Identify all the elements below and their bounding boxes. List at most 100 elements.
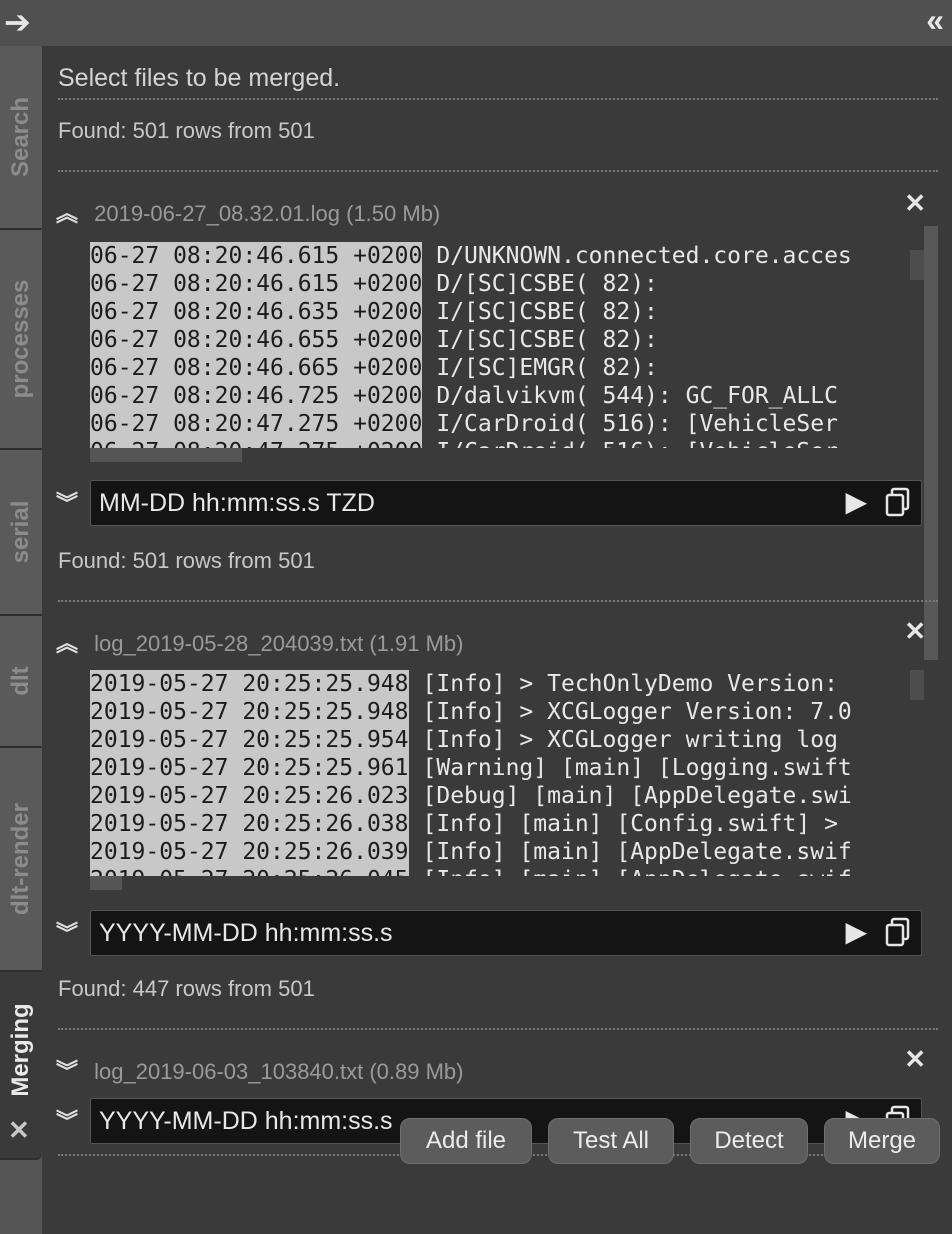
log-row: 2019-05-27 20:25:25.961 [Warning] [main] …	[90, 754, 924, 782]
log-message: D/dalvikvm( 544): GC_FOR_ALLC	[436, 383, 838, 409]
tab-label: Search	[7, 96, 34, 178]
log-row: 2019-05-27 20:25:25.954 [Info] > XCGLogge…	[90, 726, 924, 754]
format-value: YYYY-MM-DD hh:mm:ss.s	[99, 919, 393, 947]
format-input[interactable]: YYYY-MM-DD hh:mm:ss.s ▶	[90, 910, 922, 956]
scrollbar[interactable]	[90, 876, 122, 890]
log-row: 06-27 08:20:46.655 +0200 I/[SC]CSBE( 82):	[90, 326, 924, 354]
divider	[58, 170, 938, 172]
detect-button[interactable]: Detect	[690, 1118, 808, 1164]
format-value: MM-DD hh:mm:ss.s TZD	[99, 489, 375, 517]
found-count: Found: 501 rows from 501	[58, 118, 315, 143]
log-message: [Info] [main] [AppDelegate.swif	[409, 867, 852, 876]
tab-merging[interactable]: Merging ✕	[0, 972, 42, 1160]
tab-label: dlt-render	[7, 802, 34, 916]
log-message: I/CarDroid( 516): [VehicleSer	[422, 439, 838, 448]
log-timestamp: 06-27 08:20:47.275 +0200	[90, 438, 423, 448]
log-message: [Info] > XCGLogger writing log	[422, 727, 838, 753]
divider	[58, 600, 938, 602]
log-timestamp: 06-27 08:20:46.615 +0200	[90, 242, 423, 270]
log-row: 2019-05-27 20:25:26.023 [Debug] [main] [A…	[90, 782, 924, 810]
log-row: 06-27 08:20:46.615 +0200 D/UNKNOWN.connec…	[90, 242, 924, 270]
log-message: D/UNKNOWN.connected.core.acces	[436, 243, 852, 269]
log-row: 2019-05-27 20:25:26.038 [Info] [main] [Co…	[90, 810, 924, 838]
tab-dlt[interactable]: dlt	[0, 616, 42, 748]
scrollbar[interactable]	[90, 448, 242, 462]
log-timestamp: 2019-05-27 20:25:25.948	[90, 670, 409, 698]
tab-label: Merging	[7, 1003, 34, 1097]
divider	[58, 98, 938, 100]
found-count: Found: 447 rows from 501	[58, 976, 315, 1001]
log-timestamp: 2019-05-27 20:25:26.045	[90, 866, 409, 876]
log-message: [Debug] [main] [AppDelegate.swi	[422, 783, 852, 809]
chevron-up-icon[interactable]: ︽	[56, 626, 88, 658]
file-header: ︾ log_2019-06-03_103840.txt (0.89 Mb)	[56, 1054, 464, 1088]
log-timestamp: 06-27 08:20:46.615 +0200	[90, 270, 423, 298]
log-timestamp: 2019-05-27 20:25:26.023	[90, 782, 409, 810]
log-timestamp: 2019-05-27 20:25:25.948	[90, 698, 409, 726]
scrollbar[interactable]	[924, 226, 938, 660]
file-header: ︽ log_2019-05-28_204039.txt (1.91 Mb)	[56, 626, 464, 660]
close-icon[interactable]: ✕	[904, 188, 926, 219]
scrollbar[interactable]	[910, 250, 924, 280]
log-timestamp: 2019-05-27 20:25:26.038	[90, 810, 409, 838]
file-name: log_2019-05-28_204039.txt (1.91 Mb)	[94, 631, 464, 656]
log-timestamp: 2019-05-27 20:25:25.954	[90, 726, 409, 754]
play-icon[interactable]: ▶	[845, 915, 867, 948]
scrollbar[interactable]	[910, 670, 924, 700]
test-all-button[interactable]: Test All	[548, 1118, 674, 1164]
tab-label: serial	[7, 500, 34, 564]
tab-dlt-render[interactable]: dlt-render	[0, 748, 42, 972]
log-row: 2019-05-27 20:25:25.948 [Info] > XCGLogge…	[90, 698, 924, 726]
divider	[58, 1028, 938, 1030]
close-icon[interactable]: ✕	[8, 1115, 30, 1146]
format-row: ︾ YYYY-MM-DD hh:mm:ss.s ▶	[56, 910, 936, 956]
chevron-down-icon[interactable]: ︾	[56, 1104, 78, 1136]
log-preview[interactable]: 2019-05-27 20:25:25.948 [Info] > TechOnly…	[90, 670, 924, 876]
format-row: ︾ MM-DD hh:mm:ss.s TZD ▶	[56, 480, 936, 526]
log-timestamp: 06-27 08:20:46.725 +0200	[90, 382, 423, 410]
log-timestamp: 2019-05-27 20:25:25.961	[90, 754, 409, 782]
log-message: I/[SC]CSBE( 82):	[436, 327, 658, 353]
chevron-down-icon[interactable]: ︾	[56, 1054, 88, 1086]
log-timestamp: 06-27 08:20:47.275 +0200	[90, 410, 423, 438]
tab-label: processes	[7, 279, 34, 399]
log-message: I/[SC]CSBE( 82):	[436, 299, 658, 325]
merging-panel: Select files to be merged. Found: 501 ro…	[42, 46, 952, 1234]
log-row: 2019-05-27 20:25:26.039 [Info] [main] [Ap…	[90, 838, 924, 866]
format-input[interactable]: MM-DD hh:mm:ss.s TZD ▶	[90, 480, 922, 526]
log-message: [Info] > XCGLogger Version: 7.0	[422, 699, 852, 725]
log-row: 06-27 08:20:47.275 +0200 I/CarDroid( 516)…	[90, 410, 924, 438]
log-row: 06-27 08:20:47.275 +0200I/CarDroid( 516)…	[90, 438, 924, 448]
close-icon[interactable]: ✕	[904, 1044, 926, 1075]
log-message: [Info] > TechOnlyDemo Version:	[422, 671, 838, 697]
file-name: 2019-06-27_08.32.01.log (1.50 Mb)	[94, 201, 441, 226]
chevron-up-icon[interactable]: ︽	[56, 196, 88, 228]
copy-icon[interactable]	[885, 487, 911, 517]
log-row: 2019-05-27 20:25:26.045[Info] [main] [Ap…	[90, 866, 924, 876]
log-message: D/[SC]CSBE( 82):	[436, 271, 658, 297]
chevron-down-icon[interactable]: ︾	[56, 486, 78, 518]
log-message: I/CarDroid( 516): [VehicleSer	[436, 411, 838, 437]
log-timestamp: 06-27 08:20:46.635 +0200	[90, 298, 423, 326]
copy-icon[interactable]	[885, 917, 911, 947]
file-name: log_2019-06-03_103840.txt (0.89 Mb)	[94, 1059, 464, 1084]
top-bar: ➔ «	[0, 0, 952, 46]
log-timestamp: 06-27 08:20:46.665 +0200	[90, 354, 423, 382]
log-preview[interactable]: 06-27 08:20:46.615 +0200 D/UNKNOWN.connec…	[90, 242, 924, 448]
play-icon[interactable]: ▶	[845, 485, 867, 518]
tab-processes[interactable]: processes	[0, 230, 42, 450]
merge-button[interactable]: Merge	[824, 1118, 940, 1164]
double-chevron-left-icon[interactable]: «	[926, 0, 944, 40]
tab-search[interactable]: Search	[0, 46, 42, 230]
file-header: ︽ 2019-06-27_08.32.01.log (1.50 Mb)	[56, 196, 440, 230]
tab-serial[interactable]: serial	[0, 450, 42, 616]
close-icon[interactable]: ✕	[904, 616, 926, 647]
chevron-down-icon[interactable]: ︾	[56, 916, 78, 948]
sidebar: Search processes serial dlt dlt-render M…	[0, 46, 42, 1234]
right-arrow-icon[interactable]: ➔	[4, 2, 31, 42]
log-message: [Info] [main] [Config.swift] >	[422, 811, 838, 837]
add-file-button[interactable]: Add file	[400, 1118, 532, 1164]
format-value: YYYY-MM-DD hh:mm:ss.s	[99, 1107, 393, 1135]
log-timestamp: 2019-05-27 20:25:26.039	[90, 838, 409, 866]
page-title: Select files to be merged.	[58, 64, 341, 92]
